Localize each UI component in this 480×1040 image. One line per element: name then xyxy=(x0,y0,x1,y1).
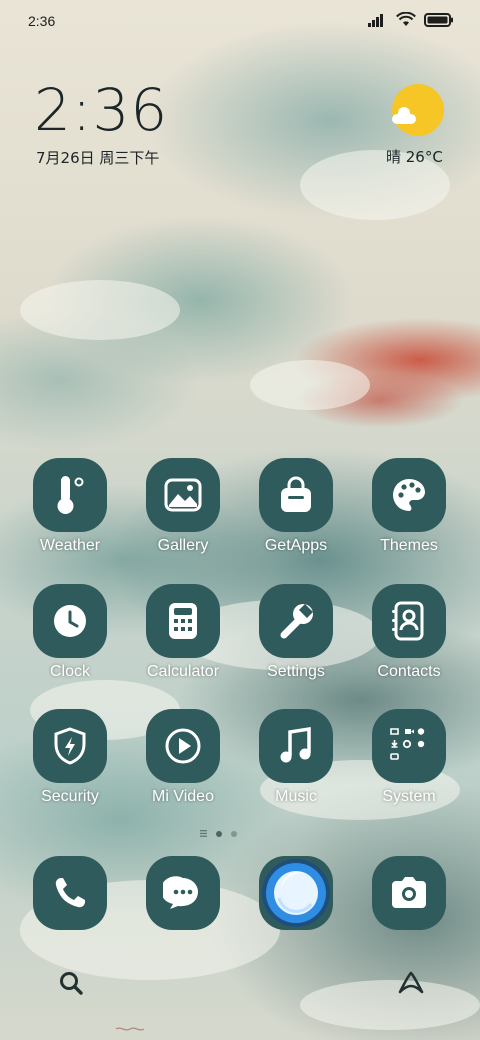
clock-icon xyxy=(54,605,86,637)
status-bar: 2:36 xyxy=(0,0,480,44)
app-label: Gallery xyxy=(157,537,209,554)
phone-icon xyxy=(55,878,85,908)
assistant-icon xyxy=(398,971,424,994)
shopping-bag-icon xyxy=(281,476,311,512)
page-dot xyxy=(231,830,237,837)
app-system-folder[interactable]: System xyxy=(353,709,465,819)
app-tile xyxy=(372,709,446,783)
app-label: Settings xyxy=(267,663,325,680)
weather-text: 晴 26°C xyxy=(386,148,443,166)
app-music[interactable]: Music xyxy=(240,709,352,819)
wifi-icon xyxy=(396,12,416,26)
app-tile xyxy=(259,458,333,532)
browser-icon xyxy=(262,859,330,927)
app-label: Weather xyxy=(39,537,101,554)
app-tile xyxy=(372,856,446,930)
shield-icon xyxy=(54,727,86,765)
assistant-button[interactable] xyxy=(396,968,426,998)
page-dot-active xyxy=(216,830,222,837)
app-tile xyxy=(146,458,220,532)
app-label: Themes xyxy=(380,537,438,554)
app-label: Music xyxy=(275,788,317,805)
app-label: System xyxy=(382,788,436,805)
app-label: Contacts xyxy=(377,663,441,680)
app-clock[interactable]: Clock xyxy=(14,584,126,694)
palette-icon xyxy=(393,479,425,511)
search-button[interactable] xyxy=(56,968,86,998)
status-icons xyxy=(368,12,454,28)
app-tile xyxy=(259,709,333,783)
thermometer-icon xyxy=(57,476,84,514)
app-tile xyxy=(372,584,446,658)
status-time: 2:36 xyxy=(28,13,56,29)
app-tile xyxy=(33,709,107,783)
home-indicator xyxy=(115,1019,145,1031)
signal-icon xyxy=(368,14,383,27)
app-themes[interactable]: Themes xyxy=(353,458,465,568)
camera-icon xyxy=(392,877,426,908)
page-list-icon xyxy=(200,830,207,837)
app-tile xyxy=(259,856,333,930)
app-calculator[interactable]: Calculator xyxy=(127,584,239,694)
app-tile xyxy=(259,584,333,658)
dock-phone[interactable] xyxy=(14,856,126,966)
chat-bubble-icon xyxy=(163,876,198,909)
app-contacts[interactable]: Contacts xyxy=(353,584,465,694)
app-settings[interactable]: Settings xyxy=(240,584,352,694)
search-icon xyxy=(60,972,83,995)
play-icon xyxy=(165,728,201,764)
system-folder-icon xyxy=(390,728,425,760)
dock-messaging[interactable] xyxy=(127,856,239,966)
cloud-icon xyxy=(392,107,416,124)
app-gallery[interactable]: Gallery xyxy=(127,458,239,568)
music-note-icon xyxy=(280,726,311,763)
contacts-book-icon xyxy=(392,601,424,641)
app-weather[interactable]: Weather xyxy=(14,458,126,568)
app-tile xyxy=(372,458,446,532)
app-tile xyxy=(146,856,220,930)
app-label: Security xyxy=(41,788,99,805)
clock-time: 2:36 xyxy=(34,76,169,144)
image-icon xyxy=(164,478,202,512)
dock-browser[interactable] xyxy=(240,856,352,966)
weather-widget[interactable]: 晴 26°C xyxy=(380,82,450,172)
clock-date: 7月26日 周三下午 xyxy=(36,149,160,167)
app-label: Clock xyxy=(49,663,90,680)
wrench-icon xyxy=(280,604,313,639)
app-tile xyxy=(33,856,107,930)
app-label: Calculator xyxy=(146,663,220,680)
app-tile xyxy=(33,584,107,658)
app-tile xyxy=(146,584,220,658)
app-tile xyxy=(33,458,107,532)
app-tile xyxy=(146,709,220,783)
app-getapps[interactable]: GetApps xyxy=(240,458,352,568)
app-label: GetApps xyxy=(264,537,328,554)
app-label: Mi Video xyxy=(152,788,214,805)
dock-camera[interactable] xyxy=(353,856,465,966)
app-security[interactable]: Security xyxy=(14,709,126,819)
app-mi-video[interactable]: Mi Video xyxy=(127,709,239,819)
calculator-icon xyxy=(169,603,197,639)
battery-icon xyxy=(424,13,453,27)
page-indicator[interactable] xyxy=(200,830,237,837)
